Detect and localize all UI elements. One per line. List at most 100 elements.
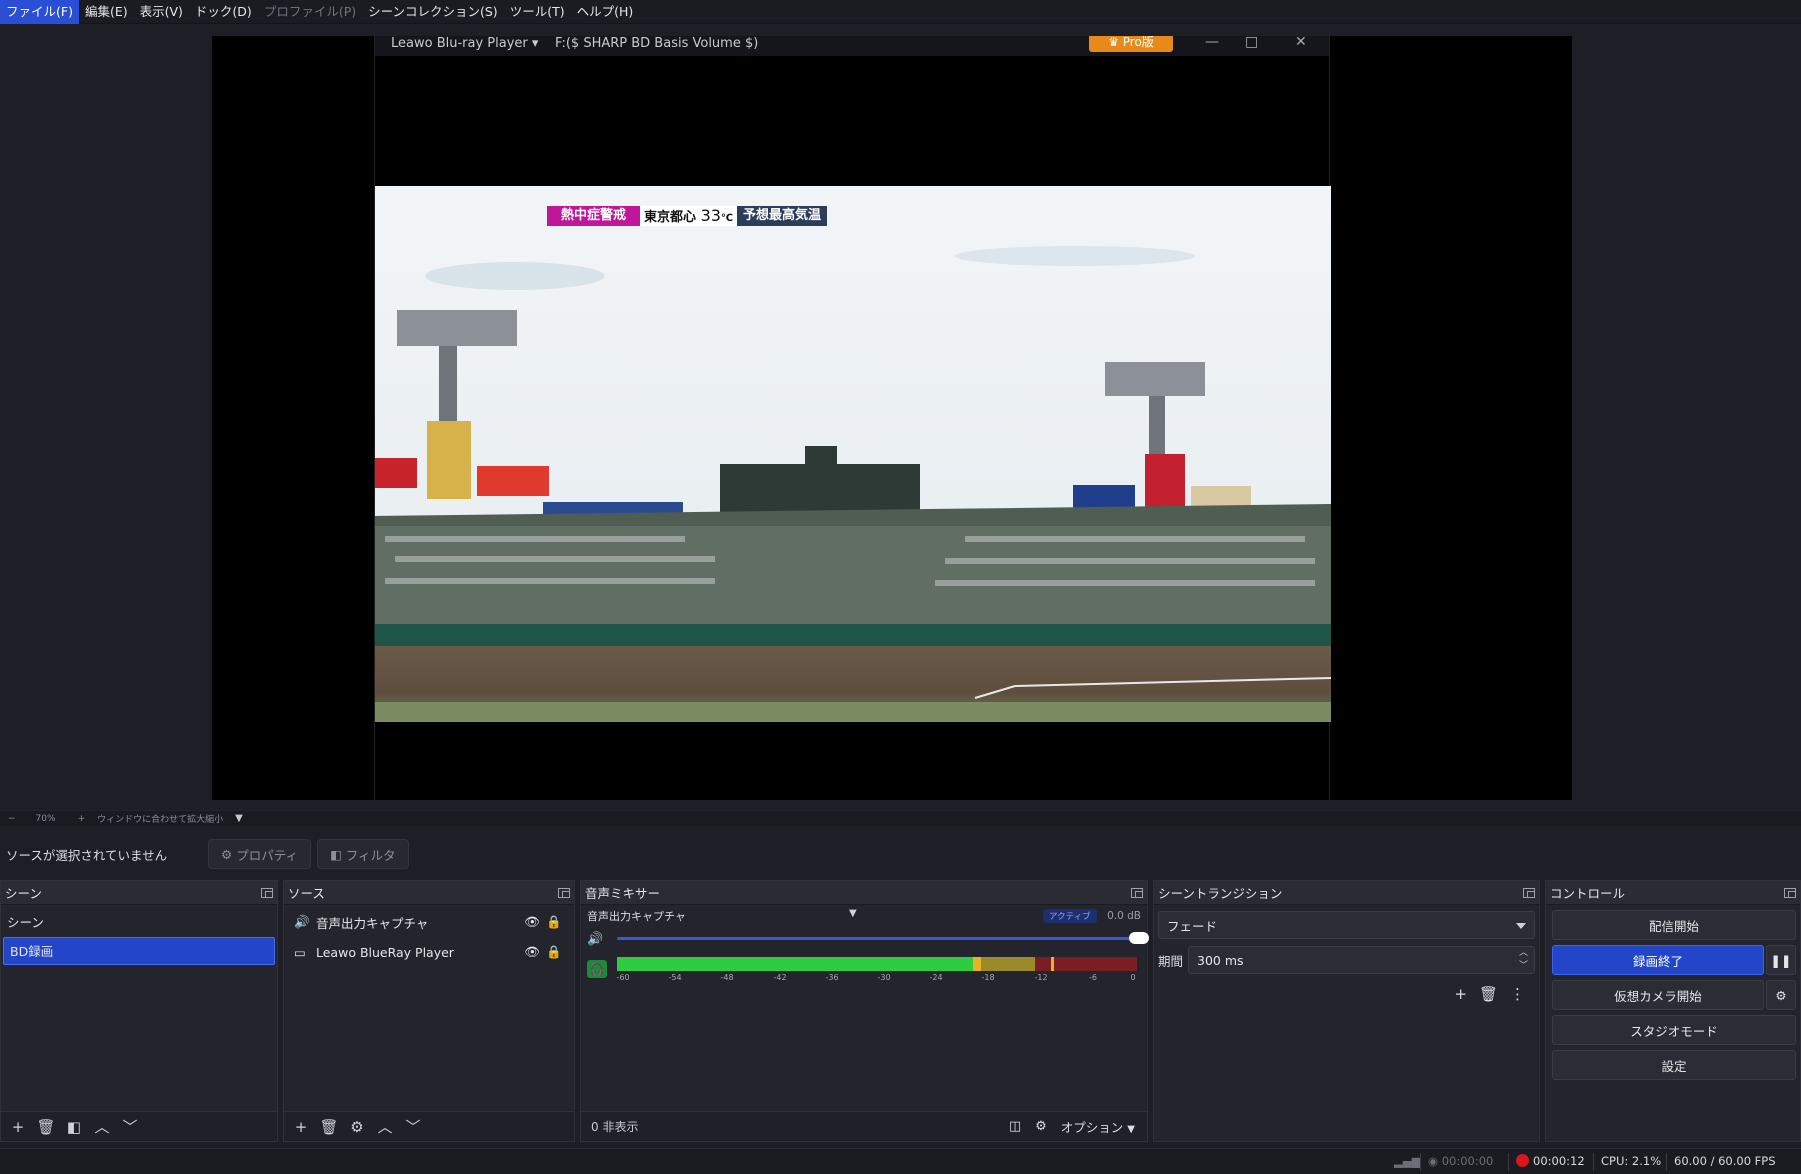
zoom-in-button[interactable]: + xyxy=(78,814,86,824)
duration-row: 期間 300 ms ︿ ﹀ xyxy=(1158,945,1535,975)
close-icon: ✕ xyxy=(1295,36,1307,50)
lock-icon[interactable]: 🔒 xyxy=(546,944,562,960)
tick-label: -6 xyxy=(1089,973,1097,982)
lock-icon[interactable]: 🔒 xyxy=(546,914,562,930)
mixer-layout-icon[interactable]: ◫ xyxy=(1009,1119,1021,1134)
baseball-stadium-image xyxy=(375,186,1331,722)
stop-recording-button[interactable]: 録画終了 xyxy=(1552,945,1764,975)
volume-slider[interactable] xyxy=(617,937,1137,940)
filter-icon: ◧ xyxy=(66,1117,82,1136)
controls-dock: コントロール 配信開始 録画終了 ❚❚ 仮想カメラ開始 ⚙ スタジオモード 設定 xyxy=(1545,880,1801,1142)
volume-row: 🔊 xyxy=(581,927,1149,951)
sources-dock-header: ソース xyxy=(284,881,574,905)
mixer-title: 音声ミキサー xyxy=(585,886,661,901)
tick-label: -36 xyxy=(825,973,839,982)
record-dot-icon xyxy=(1516,1154,1529,1167)
ticker-alert: 熱中症警戒 xyxy=(547,206,641,226)
meter-green-segment xyxy=(617,957,973,971)
scene-item-selected[interactable]: BD録画 xyxy=(3,937,275,965)
record-status: 00:00:12 xyxy=(1516,1154,1585,1168)
virtual-camera-settings-button[interactable]: ⚙ xyxy=(1766,980,1796,1010)
status-divider xyxy=(1666,1153,1667,1171)
remove-source-button[interactable]: 🗑 xyxy=(316,1115,342,1139)
scene-filters-button[interactable]: ◧ xyxy=(61,1115,87,1139)
add-transition-button[interactable]: + xyxy=(1454,985,1467,1003)
menu-help[interactable]: ヘルプ(H) xyxy=(571,0,640,24)
plus-icon: + xyxy=(294,1117,308,1136)
channel-menu-icon[interactable]: ▼ xyxy=(849,908,857,919)
add-source-button[interactable]: + xyxy=(288,1115,314,1139)
scenes-dock-header: シーン xyxy=(1,881,277,905)
mixer-channel-name: 音声出力キャプチャ xyxy=(587,910,686,923)
chevron-up-icon: ︿ xyxy=(377,1118,393,1136)
volume-slider-handle[interactable] xyxy=(1129,932,1149,944)
preview-area[interactable]: Leawo Blu-ray Player ▾ F:($ SHARP BD Bas… xyxy=(0,24,1801,808)
zoom-dropdown-icon[interactable]: ▼ xyxy=(235,813,243,824)
undock-icon[interactable] xyxy=(261,887,273,898)
spin-arrows-icon[interactable]: ︿ ﹀ xyxy=(1519,947,1528,973)
undock-icon[interactable] xyxy=(1131,887,1143,898)
studio-mode-button[interactable]: スタジオモード xyxy=(1552,1015,1796,1045)
status-bar: ▂▄▆ ◉ 00:00:00 00:00:12 CPU: 2.1% 60.00 … xyxy=(0,1148,1801,1174)
tick-label: -42 xyxy=(773,973,787,982)
tick-label: 0 xyxy=(1130,973,1136,982)
active-badge: アクティブ xyxy=(1043,909,1097,923)
settings-button[interactable]: 設定 xyxy=(1552,1050,1796,1080)
move-scene-up-button[interactable]: ︿ xyxy=(89,1115,115,1139)
pause-recording-button[interactable]: ❚❚ xyxy=(1766,945,1796,975)
menu-edit[interactable]: 編集(E) xyxy=(79,0,134,24)
advanced-audio-icon[interactable]: ⚙ xyxy=(1035,1119,1047,1134)
remove-scene-button[interactable]: 🗑 xyxy=(33,1115,59,1139)
weather-ticker: 熱中症警戒 東京都心 33℃ 予想最高気温 xyxy=(547,206,828,226)
captured-player-window: Leawo Blu-ray Player ▾ F:($ SHARP BD Bas… xyxy=(374,36,1331,800)
monitor-headphones-icon[interactable]: 🎧 xyxy=(587,960,607,978)
remove-transition-button[interactable]: 🗑 xyxy=(1479,985,1498,1003)
mute-speaker-icon[interactable]: 🔊 xyxy=(587,932,603,947)
menu-view[interactable]: 表示(V) xyxy=(134,0,189,24)
menu-tools[interactable]: ツール(T) xyxy=(504,0,571,24)
undock-icon[interactable] xyxy=(558,887,570,898)
menu-scene-collection[interactable]: シーンコレクション(S) xyxy=(362,0,504,24)
move-source-down-button[interactable]: ﹀ xyxy=(400,1115,426,1139)
transition-menu-icon[interactable]: ⋮ xyxy=(1510,985,1525,1003)
volume-meter xyxy=(617,957,1137,971)
eye-icon[interactable]: 👁 xyxy=(524,914,540,930)
status-divider xyxy=(1508,1153,1509,1171)
start-virtual-camera-button[interactable]: 仮想カメラ開始 xyxy=(1552,980,1764,1010)
move-source-up-button[interactable]: ︿ xyxy=(372,1115,398,1139)
source-item-player-window[interactable]: ▭ Leawo BlueRay Player 👁 🔒 xyxy=(284,937,574,967)
mixer-dock-header: 音声ミキサー xyxy=(581,881,1147,905)
pause-icon: ❚❚ xyxy=(1770,952,1792,968)
mixer-options-button[interactable]: オプション ▼ xyxy=(1061,1117,1135,1136)
trash-icon: 🗑 xyxy=(319,1117,339,1136)
hidden-count: 0 非表示 xyxy=(591,1120,639,1134)
fps-readout: 60.00 / 60.00 FPS xyxy=(1674,1154,1776,1168)
sources-toolbar: + 🗑 ⚙ ︿ ﹀ xyxy=(284,1111,574,1141)
scene-item[interactable]: シーン xyxy=(1,909,277,937)
fit-window-label[interactable]: ウィンドウに合わせて拡大縮小 xyxy=(97,812,223,825)
source-item-audio-capture[interactable]: 🔊 音声出力キャプチャ 👁 🔒 xyxy=(284,907,574,937)
zoom-level: 70% xyxy=(35,813,56,824)
menu-file[interactable]: ファイル(F) xyxy=(0,0,79,24)
gear-icon: ⚙ xyxy=(350,1117,364,1136)
undock-icon[interactable] xyxy=(1784,887,1796,898)
controls-title: コントロール xyxy=(1550,886,1626,901)
transition-select[interactable]: フェード xyxy=(1158,911,1535,939)
undock-icon[interactable] xyxy=(1523,887,1535,898)
preview-canvas[interactable]: Leawo Blu-ray Player ▾ F:($ SHARP BD Bas… xyxy=(212,36,1572,800)
properties-button[interactable]: ⚙ プロパティ xyxy=(208,839,311,869)
menu-docks[interactable]: ドック(D) xyxy=(189,0,258,24)
minimize-icon: — xyxy=(1205,36,1219,50)
move-scene-down-button[interactable]: ﹀ xyxy=(117,1115,143,1139)
zoom-out-button[interactable]: − xyxy=(8,814,16,824)
eye-icon[interactable]: 👁 xyxy=(524,944,540,960)
status-divider xyxy=(1420,1153,1421,1171)
menu-profile[interactable]: プロファイル(P) xyxy=(258,0,362,24)
add-scene-button[interactable]: + xyxy=(5,1115,31,1139)
start-streaming-button[interactable]: 配信開始 xyxy=(1552,910,1796,940)
source-properties-button[interactable]: ⚙ xyxy=(344,1115,370,1139)
meter-ticks: -60 -54 -48 -42 -36 -30 -24 -18 -12 -6 0 xyxy=(616,971,1137,985)
filters-button[interactable]: ◧ フィルタ xyxy=(316,839,409,869)
duration-spinbox[interactable]: 300 ms ︿ ﹀ xyxy=(1188,946,1535,974)
chevron-down-icon: ▼ xyxy=(1127,1124,1135,1135)
